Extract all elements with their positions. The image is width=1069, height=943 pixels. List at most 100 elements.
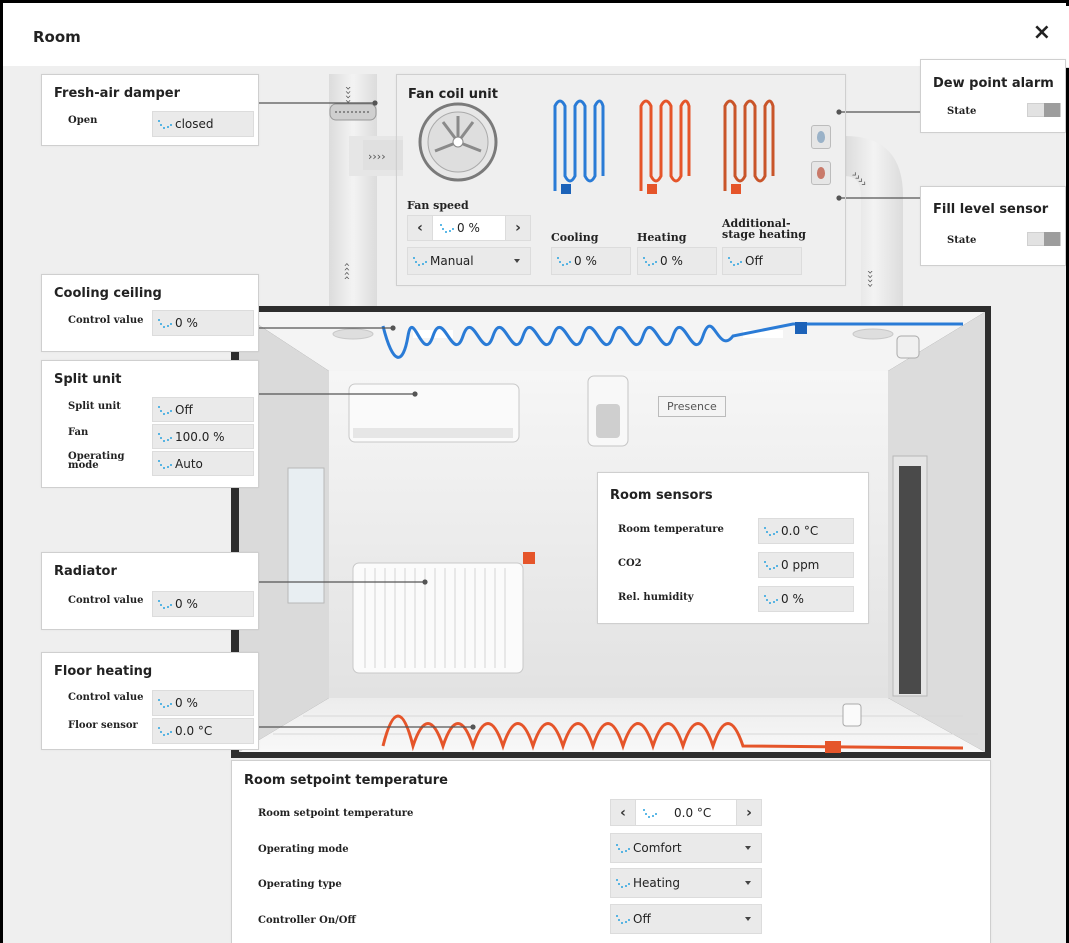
dew-point-sensor-icon[interactable] — [811, 125, 831, 149]
controller-select[interactable]: Off — [610, 904, 762, 934]
dew-point-state-toggle[interactable] — [1027, 103, 1061, 117]
fan-mode-select[interactable]: Manual — [407, 247, 531, 275]
fan-speed-decrease-button[interactable]: ‹ — [408, 220, 432, 236]
floor-heating-title: Floor heating — [54, 664, 153, 679]
cooling-ceiling-title: Cooling ceiling — [54, 286, 162, 301]
loading-icon — [157, 318, 173, 328]
loading-icon — [412, 256, 428, 266]
split-unit-value-text: Off — [175, 402, 193, 417]
damper-open-value: closed — [152, 111, 254, 137]
svg-text:››››: ›››› — [340, 262, 353, 280]
title-bar: Room × — [6, 6, 1069, 68]
room-canvas: ›››› ›››› ›››› ›››› ›››› Fresh-air dampe… — [3, 59, 1066, 943]
loading-icon — [727, 256, 743, 266]
split-fan-value-text: 100.0 % — [175, 429, 225, 444]
svg-text:››››: ›››› — [864, 270, 877, 288]
fan-speed-value: 0 % — [432, 216, 506, 240]
loading-icon — [615, 914, 631, 924]
loading-icon — [157, 698, 173, 708]
room-sensors-panel: Room sensors Room temperature 0.0 °C CO2… — [597, 472, 869, 624]
loading-icon — [615, 843, 631, 853]
room-sensors-title: Room sensors — [610, 488, 713, 503]
loading-icon — [157, 726, 173, 736]
fan-coil-unit-title: Fan coil unit — [408, 87, 498, 102]
dew-point-alarm-panel: Dew point alarm State — [920, 59, 1066, 133]
loading-icon — [439, 223, 455, 233]
operating-mode-label: Operating mode — [258, 844, 349, 855]
room-temp-label: Room temperature — [618, 524, 724, 535]
damper-open-text: closed — [175, 117, 214, 131]
dew-point-state-label: State — [947, 106, 977, 117]
fan-speed-stepper[interactable]: ‹ 0 % › — [407, 215, 531, 241]
radiator-control-value: 0 % — [152, 591, 254, 617]
fan-speed-text: 0 % — [457, 221, 480, 235]
loading-icon — [642, 256, 658, 266]
radiator-control-text: 0 % — [175, 597, 198, 611]
fill-level-sensor-panel: Fill level sensor State — [920, 186, 1066, 266]
fill-level-state-label: State — [947, 235, 977, 246]
presence-label[interactable]: Presence — [658, 396, 726, 417]
dew-point-alarm-title: Dew point alarm — [933, 76, 1054, 91]
chevron-down-icon — [745, 881, 751, 885]
floor-heating-valve — [825, 741, 841, 753]
loading-icon — [157, 599, 173, 609]
setpoint-stepper[interactable]: ‹ 0.0 °C › — [610, 799, 762, 826]
operating-mode-select[interactable]: Comfort — [610, 833, 762, 863]
operating-type-label: Operating type — [258, 879, 342, 890]
fan-speed-label: Fan speed — [407, 199, 469, 212]
humidity-value: 0 % — [758, 586, 854, 612]
cooling-ceiling-control-label: Control value — [68, 315, 144, 326]
radiator-panel: Radiator Control value 0 % — [41, 552, 259, 630]
window — [287, 467, 325, 604]
radiator-body — [352, 562, 524, 674]
svg-text:››››: ›››› — [368, 150, 386, 163]
operating-type-select[interactable]: Heating — [610, 868, 762, 898]
operating-type-text: Heating — [633, 876, 681, 890]
setpoint-text: 0.0 °C — [674, 805, 712, 820]
cooling-label: Cooling — [551, 231, 599, 244]
radiator-title: Radiator — [54, 564, 117, 579]
close-icon[interactable]: × — [1033, 22, 1051, 44]
floor-heating-panel: Floor heating Control value 0 % Floor se… — [41, 652, 259, 750]
chevron-down-icon — [745, 846, 751, 850]
operating-mode-text: Comfort — [633, 841, 682, 855]
fan-mode-text: Manual — [430, 254, 474, 268]
fan-speed-increase-button[interactable]: › — [506, 220, 530, 236]
controller-text: Off — [633, 912, 651, 926]
co2-label: CO2 — [618, 558, 642, 569]
loading-icon — [157, 119, 173, 129]
humidity-text: 0 % — [781, 592, 804, 606]
open-label: Open — [68, 115, 98, 126]
radiator-control-label: Control value — [68, 595, 144, 606]
fresh-air-damper-title: Fresh-air damper — [54, 86, 180, 101]
cooling-value-text: 0 % — [574, 254, 597, 268]
svg-text:››››: ›››› — [342, 86, 355, 104]
loading-icon — [642, 808, 658, 818]
fill-level-sensor-title: Fill level sensor — [933, 202, 1049, 217]
loading-icon — [763, 594, 779, 604]
loading-icon — [615, 878, 631, 888]
room-temp-value: 0.0 °C — [758, 518, 854, 544]
setpoint-increase-button[interactable]: › — [737, 805, 761, 821]
floor-sensor-label: Floor sensor — [68, 720, 138, 731]
controller-label: Controller On/Off — [258, 915, 356, 926]
co2-value: 0 ppm — [758, 552, 854, 578]
setpoint-panel: Room setpoint temperature Room setpoint … — [231, 760, 991, 943]
floor-control-text: 0 % — [175, 696, 198, 710]
loading-icon — [157, 405, 173, 415]
split-mode-value-text: Auto — [175, 456, 203, 471]
split-fan-value: 100.0 % — [152, 424, 254, 449]
cooling-ceiling-panel: Cooling ceiling Control value 0 % — [41, 274, 259, 352]
fill-level-sensor-icon[interactable] — [811, 161, 831, 185]
split-unit-value: Off — [152, 397, 254, 422]
fan-coil-unit-panel: Fan coil unit Fan speed ‹ 0 % › Manual C… — [396, 74, 846, 286]
loading-icon — [763, 526, 779, 536]
fill-level-state-toggle[interactable] — [1027, 232, 1061, 246]
setpoint-decrease-button[interactable]: ‹ — [611, 805, 635, 821]
fresh-air-damper-panel: Fresh-air damper Open closed — [41, 74, 259, 146]
humidity-label: Rel. humidity — [618, 592, 694, 603]
floor-control-value: 0 % — [152, 690, 254, 716]
floor-sensor-value: 0.0 °C — [152, 718, 254, 744]
split-unit-title: Split unit — [54, 372, 122, 387]
loading-icon — [157, 432, 173, 442]
